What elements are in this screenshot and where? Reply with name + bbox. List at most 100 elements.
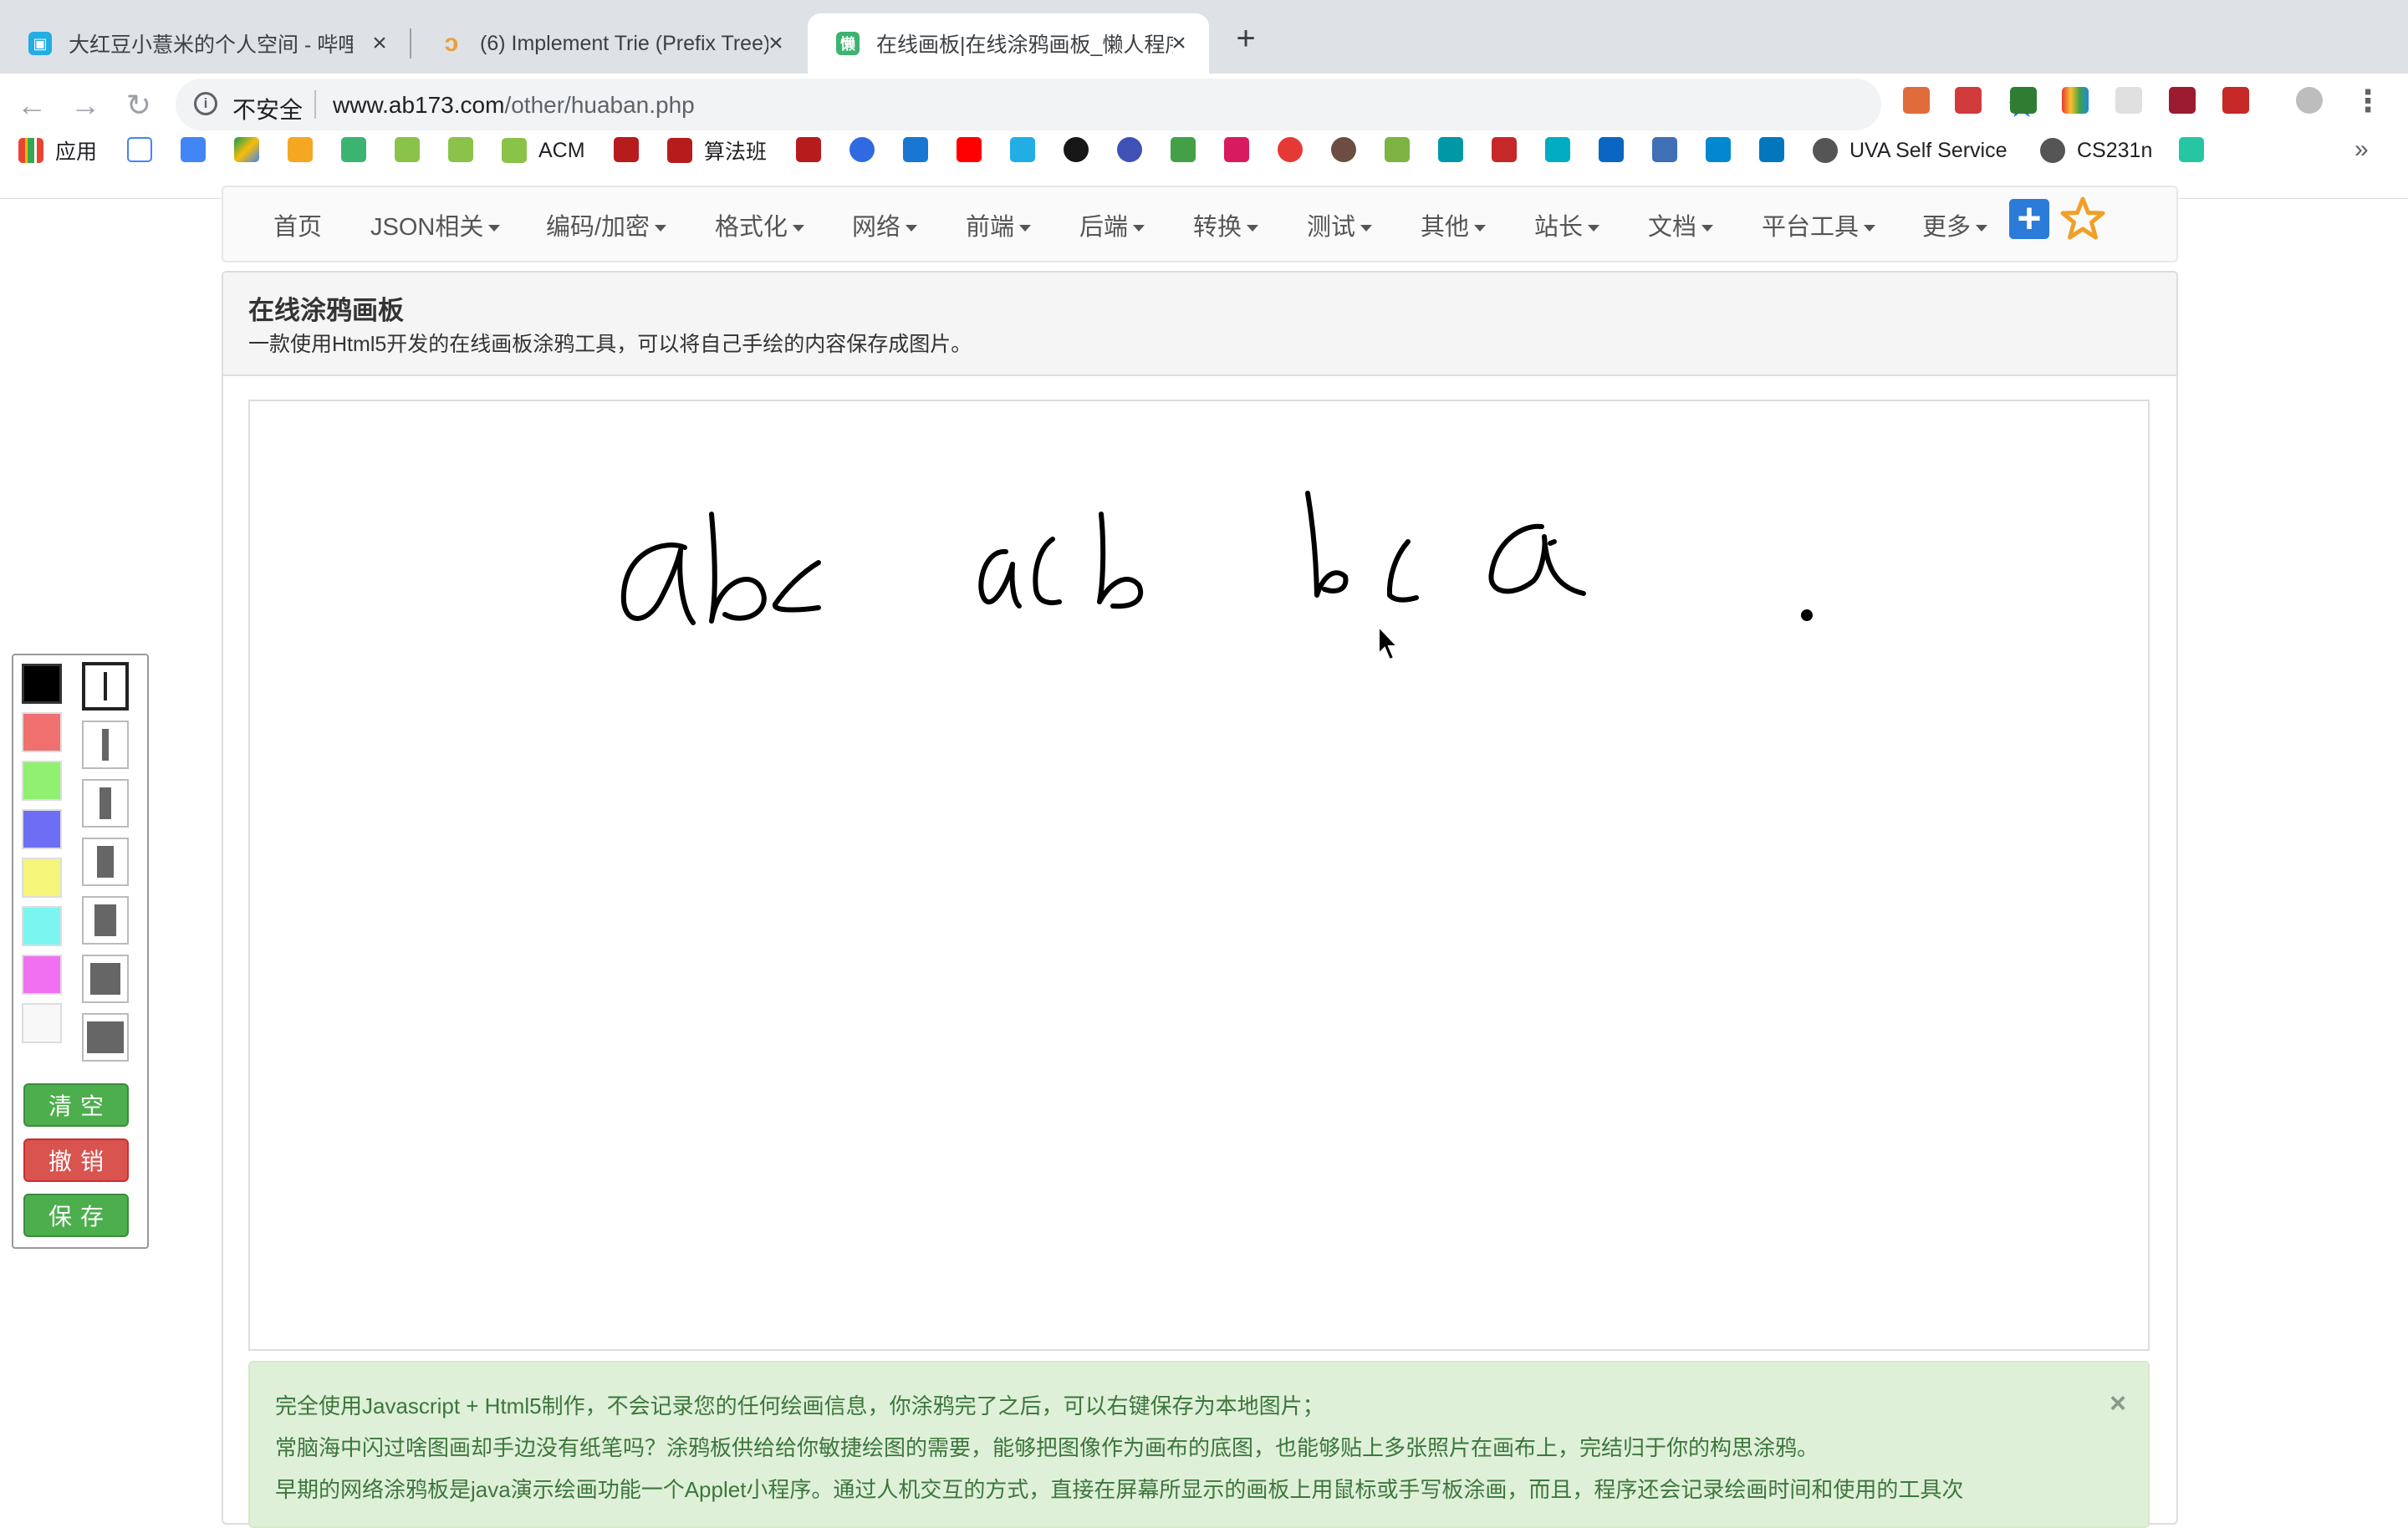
bookmark-cs231n[interactable]: CS231n	[2040, 135, 2152, 166]
docs-icon[interactable]	[181, 137, 206, 162]
extension-icon[interactable]	[2062, 87, 2089, 114]
p-icon[interactable]	[1652, 137, 1677, 162]
url-text[interactable]: www.ab173.com/other/huaban.php	[333, 92, 695, 119]
globe-icon	[1813, 138, 1838, 163]
reload-icon[interactable]: ↻	[119, 85, 159, 125]
nav-home[interactable]: 首页	[273, 207, 322, 242]
save-button[interactable]: 保存	[23, 1194, 129, 1237]
brush-size-5[interactable]	[82, 896, 129, 945]
refresh-bookmark-icon[interactable]	[1278, 137, 1303, 162]
nav-encode[interactable]: 编码/加密	[546, 207, 667, 242]
lanren-icon[interactable]	[341, 137, 366, 162]
nav-network[interactable]: 网络	[852, 207, 918, 242]
github-icon[interactable]	[1064, 137, 1089, 162]
brush-size-7[interactable]	[82, 1013, 129, 1062]
extension-icon[interactable]	[1955, 87, 1982, 114]
tab-bilibili[interactable]: ▣ 大红豆小薏米的个人空间 - 哔哩哔哩 ×	[0, 13, 410, 74]
bookmark-suanfaban[interactable]: 算法班	[667, 135, 767, 166]
bookmark-label: ACM	[538, 138, 585, 162]
bookmark-label: UVA Self Service	[1849, 138, 2008, 162]
close-tab-icon[interactable]: ×	[366, 30, 393, 57]
nav-webmaster[interactable]: 站长	[1534, 207, 1600, 242]
extension-icon[interactable]	[1903, 87, 1930, 114]
lc-icon[interactable]	[448, 137, 473, 162]
clear-button[interactable]: 清空	[23, 1083, 129, 1127]
info-icon[interactable]: i	[194, 92, 217, 115]
pdf-icon[interactable]	[614, 137, 639, 162]
close-tab-icon[interactable]: ×	[1166, 30, 1192, 57]
ink-dot	[1801, 609, 1813, 621]
s-icon[interactable]	[2179, 137, 2204, 162]
close-icon[interactable]: ×	[2110, 1388, 2126, 1420]
bookmark-apps[interactable]: 应用	[18, 135, 97, 166]
u-icon[interactable]	[1224, 137, 1249, 162]
code-icon[interactable]	[1759, 137, 1784, 162]
baidu-icon[interactable]	[849, 137, 875, 162]
add-icon[interactable]: +	[2009, 197, 2049, 239]
color-swatch-black[interactable]	[22, 664, 62, 704]
book-icon[interactable]	[1171, 137, 1196, 162]
color-swatch-yellow[interactable]	[22, 858, 62, 898]
extension-icon[interactable]	[2010, 87, 2037, 114]
nav-frontend[interactable]: 前端	[966, 207, 1032, 242]
tab-huaban-active[interactable]: 懒 在线画板|在线涂鸦画板_懒人程序 ×	[808, 13, 1209, 74]
bookmarks-overflow-icon[interactable]: »	[2354, 135, 2369, 164]
extension-icon[interactable]	[2222, 87, 2249, 114]
color-swatch-blue[interactable]	[22, 809, 62, 849]
g-icon[interactable]	[1385, 137, 1410, 162]
favorite-star-icon[interactable]	[2059, 196, 2106, 242]
caret-down-icon	[1976, 225, 1988, 232]
bird-icon[interactable]	[1438, 137, 1463, 162]
stamp-icon[interactable]	[1331, 137, 1356, 162]
google-icon[interactable]	[127, 137, 152, 162]
youtube-icon[interactable]	[957, 137, 982, 162]
bookmark-acm[interactable]: ACM	[502, 135, 585, 166]
leetcode-icon[interactable]	[288, 137, 313, 162]
drawing-canvas[interactable]	[248, 400, 2150, 1351]
lc-icon[interactable]	[395, 137, 420, 162]
color-swatch-red[interactable]	[22, 712, 62, 752]
forward-icon[interactable]: →	[65, 85, 105, 125]
bilibili-icon[interactable]	[1010, 137, 1035, 162]
back-icon[interactable]: ←	[12, 85, 52, 125]
c-icon[interactable]	[1492, 137, 1517, 162]
q-icon[interactable]	[1706, 137, 1731, 162]
nav-format[interactable]: 格式化	[715, 207, 805, 242]
nav-backend[interactable]: 后端	[1079, 207, 1145, 242]
brush-size-3[interactable]	[82, 779, 129, 828]
brush-size-4[interactable]	[82, 838, 129, 886]
brush-size-2[interactable]	[82, 721, 129, 769]
color-swatch-green[interactable]	[22, 761, 62, 801]
color-swatch-magenta[interactable]	[22, 955, 62, 995]
new-tab-button[interactable]: +	[1229, 22, 1263, 55]
tab-leetcode[interactable]: ↄ (6) Implement Trie (Prefix Tree) - Lee…	[411, 13, 806, 74]
nav-json[interactable]: JSON相关	[370, 207, 501, 242]
nav-other[interactable]: 其他	[1421, 207, 1487, 242]
nav-convert[interactable]: 转换	[1193, 207, 1259, 242]
profile-avatar[interactable]	[2296, 87, 2323, 114]
nav-platform-tools[interactable]: 平台工具	[1762, 207, 1876, 242]
bookmark-uva[interactable]: UVA Self Service	[1813, 135, 2008, 166]
a-icon[interactable]	[1117, 137, 1142, 162]
color-swatch-cyan[interactable]	[22, 906, 62, 946]
tab-title: 大红豆小薏米的个人空间 - 哔哩哔哩	[69, 33, 353, 57]
nav-more[interactable]: 更多	[1922, 207, 1988, 242]
color-swatch-white[interactable]	[22, 1003, 62, 1043]
drive-icon[interactable]	[234, 137, 259, 162]
brush-size-6[interactable]	[82, 955, 129, 1003]
undo-button[interactable]: 撤销	[23, 1138, 129, 1182]
link-icon[interactable]	[903, 137, 928, 162]
brush-size-1[interactable]	[82, 662, 129, 711]
close-tab-icon[interactable]: ×	[763, 30, 789, 57]
extension-icon[interactable]	[2115, 87, 2142, 114]
menu-dots-icon[interactable]: ⋮	[2353, 84, 2383, 119]
pdf-icon[interactable]	[796, 137, 821, 162]
nav-test[interactable]: 测试	[1307, 207, 1373, 242]
extension-icon[interactable]	[2169, 87, 2196, 114]
caret-down-icon	[1019, 225, 1032, 232]
w-icon[interactable]	[1545, 137, 1570, 162]
nav-docs[interactable]: 文档	[1648, 207, 1714, 242]
address-bar[interactable]: i 不安全 www.ab173.com/other/huaban.php ★	[176, 79, 2037, 130]
leetcode-icon: ↄ	[444, 29, 459, 57]
linkedin-icon[interactable]	[1599, 137, 1624, 162]
